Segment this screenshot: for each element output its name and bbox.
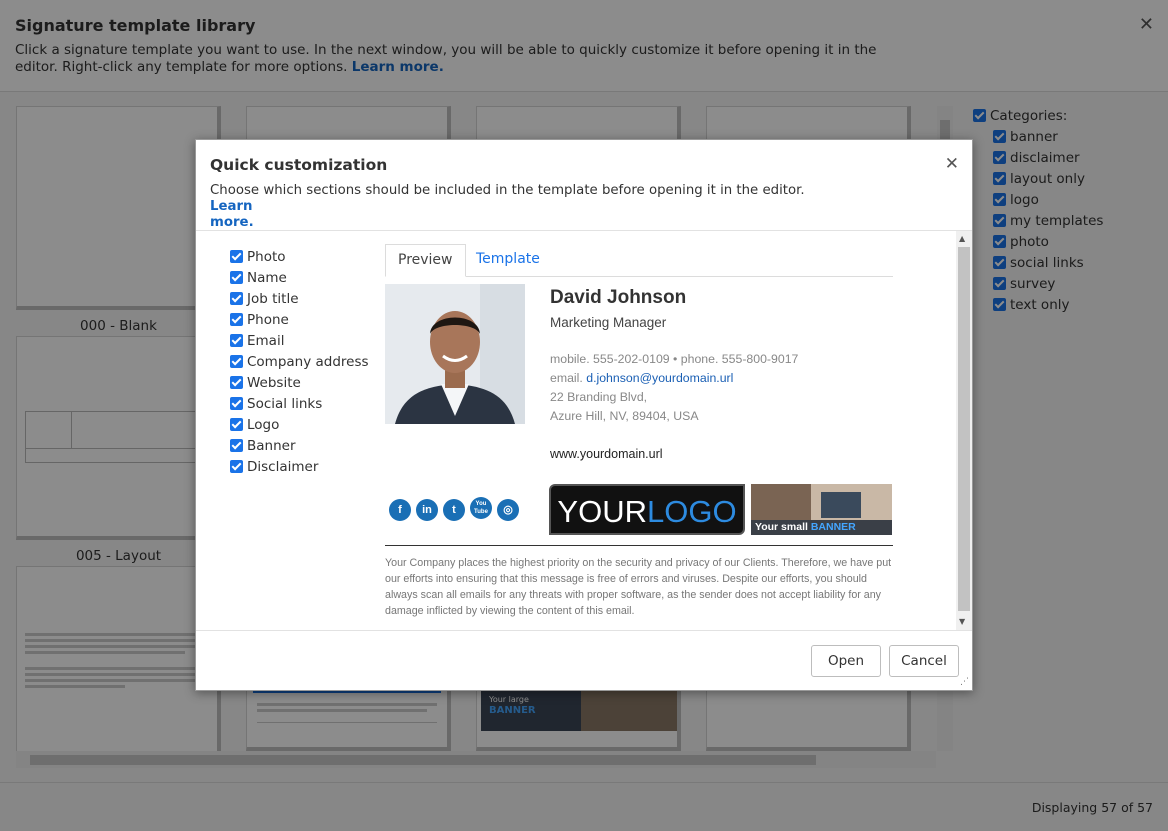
checkbox-checked[interactable] [230, 271, 243, 284]
signature-divider [385, 545, 893, 546]
section-disclaimer[interactable]: Disclaimer [230, 457, 369, 478]
section-checklist: Photo Name Job title Phone Email Company… [230, 247, 369, 478]
dialog-learn-more-link[interactable]: Learn more. [210, 199, 254, 230]
section-label: Name [247, 270, 287, 286]
dialog-description: Choose which sections should be included… [210, 183, 820, 231]
section-label: Banner [247, 438, 296, 454]
checkbox-checked[interactable] [230, 250, 243, 263]
section-social-links[interactable]: Social links [230, 394, 369, 415]
checkbox-checked[interactable] [230, 397, 243, 410]
section-banner[interactable]: Banner [230, 436, 369, 457]
resize-grip-icon[interactable]: ⋰ [960, 677, 969, 687]
checkbox-checked[interactable] [230, 439, 243, 452]
section-job-title[interactable]: Job title [230, 289, 369, 310]
signature-preview-pane: Preview Template David Johnson Marketing… [385, 244, 895, 630]
section-website[interactable]: Website [230, 373, 369, 394]
open-button[interactable]: Open [811, 645, 881, 677]
section-label: Social links [247, 396, 323, 412]
signature-job-title: Marketing Manager [550, 315, 667, 330]
person-photo-illustration [385, 284, 525, 424]
section-name[interactable]: Name [230, 268, 369, 289]
dialog-close-icon[interactable]: ✕ [945, 154, 959, 174]
banner-text: Your small BANNER [755, 521, 856, 533]
dialog-body: Photo Name Job title Phone Email Company… [196, 230, 972, 631]
section-email[interactable]: Email [230, 331, 369, 352]
signature-name: David Johnson [550, 287, 687, 308]
signature-phones: mobile. 555-202-0109 • phone. 555-800-90… [550, 352, 799, 366]
facebook-icon[interactable]: f [389, 499, 411, 521]
tab-preview[interactable]: Preview [385, 244, 466, 277]
dialog-description-text: Choose which sections should be included… [210, 183, 805, 198]
tab-template[interactable]: Template [464, 244, 552, 277]
section-label: Logo [247, 417, 280, 433]
checkbox-checked[interactable] [230, 292, 243, 305]
preview-vertical-scrollbar[interactable]: ▲ ▼ [956, 231, 972, 630]
section-photo[interactable]: Photo [230, 247, 369, 268]
signature-email-line: email. d.johnson@yourdomain.url [550, 371, 733, 385]
checkbox-checked[interactable] [230, 334, 243, 347]
section-phone[interactable]: Phone [230, 310, 369, 331]
section-label: Website [247, 375, 301, 391]
checkbox-checked[interactable] [230, 460, 243, 473]
company-logo: YOURLOGO [549, 484, 745, 535]
social-icons: f in t You Tube ◎ [389, 497, 524, 521]
checkbox-checked[interactable] [230, 313, 243, 326]
dialog-title: Quick customization [210, 156, 388, 174]
scroll-thumb[interactable] [958, 247, 970, 611]
signature-email-link[interactable]: d.johnson@yourdomain.url [586, 371, 733, 385]
section-label: Phone [247, 312, 289, 328]
learn-more-part-2: more. [210, 215, 254, 230]
learn-more-part-1: Learn [210, 199, 253, 214]
cancel-button[interactable]: Cancel [889, 645, 959, 677]
logo-text-part-2: LOGO [646, 494, 737, 529]
profile-photo [385, 284, 525, 424]
section-label: Disclaimer [247, 459, 319, 475]
instagram-icon[interactable]: ◎ [497, 499, 519, 521]
section-label: Email [247, 333, 285, 349]
banner-text-part-1: Your small [755, 521, 808, 533]
signature-address-1: 22 Branding Blvd, [550, 390, 648, 404]
section-label: Photo [247, 249, 286, 265]
section-company-address[interactable]: Company address [230, 352, 369, 373]
linkedin-icon[interactable]: in [416, 499, 438, 521]
twitter-icon[interactable]: t [443, 499, 465, 521]
scroll-down-icon[interactable]: ▼ [959, 617, 965, 626]
quick-customization-dialog: Quick customization ✕ Choose which secti… [195, 139, 973, 691]
scroll-up-icon[interactable]: ▲ [959, 234, 965, 243]
banner-text-part-2: BANNER [810, 521, 856, 533]
signature-disclaimer: Your Company places the highest priority… [385, 557, 892, 617]
preview-tabs: Preview Template [385, 244, 893, 277]
section-label: Job title [247, 291, 299, 307]
checkbox-checked[interactable] [230, 355, 243, 368]
checkbox-checked[interactable] [230, 418, 243, 431]
section-logo[interactable]: Logo [230, 415, 369, 436]
email-label: email. [550, 371, 583, 385]
logo-text-part-1: YOUR [557, 494, 647, 529]
signature-website[interactable]: www.yourdomain.url [550, 447, 663, 461]
signature-address-2: Azure Hill, NV, 89404, USA [550, 409, 699, 423]
signature-banner: Your small BANNER [751, 484, 892, 535]
section-label: Company address [247, 354, 369, 370]
checkbox-checked[interactable] [230, 376, 243, 389]
youtube-icon[interactable]: You Tube [470, 497, 492, 519]
